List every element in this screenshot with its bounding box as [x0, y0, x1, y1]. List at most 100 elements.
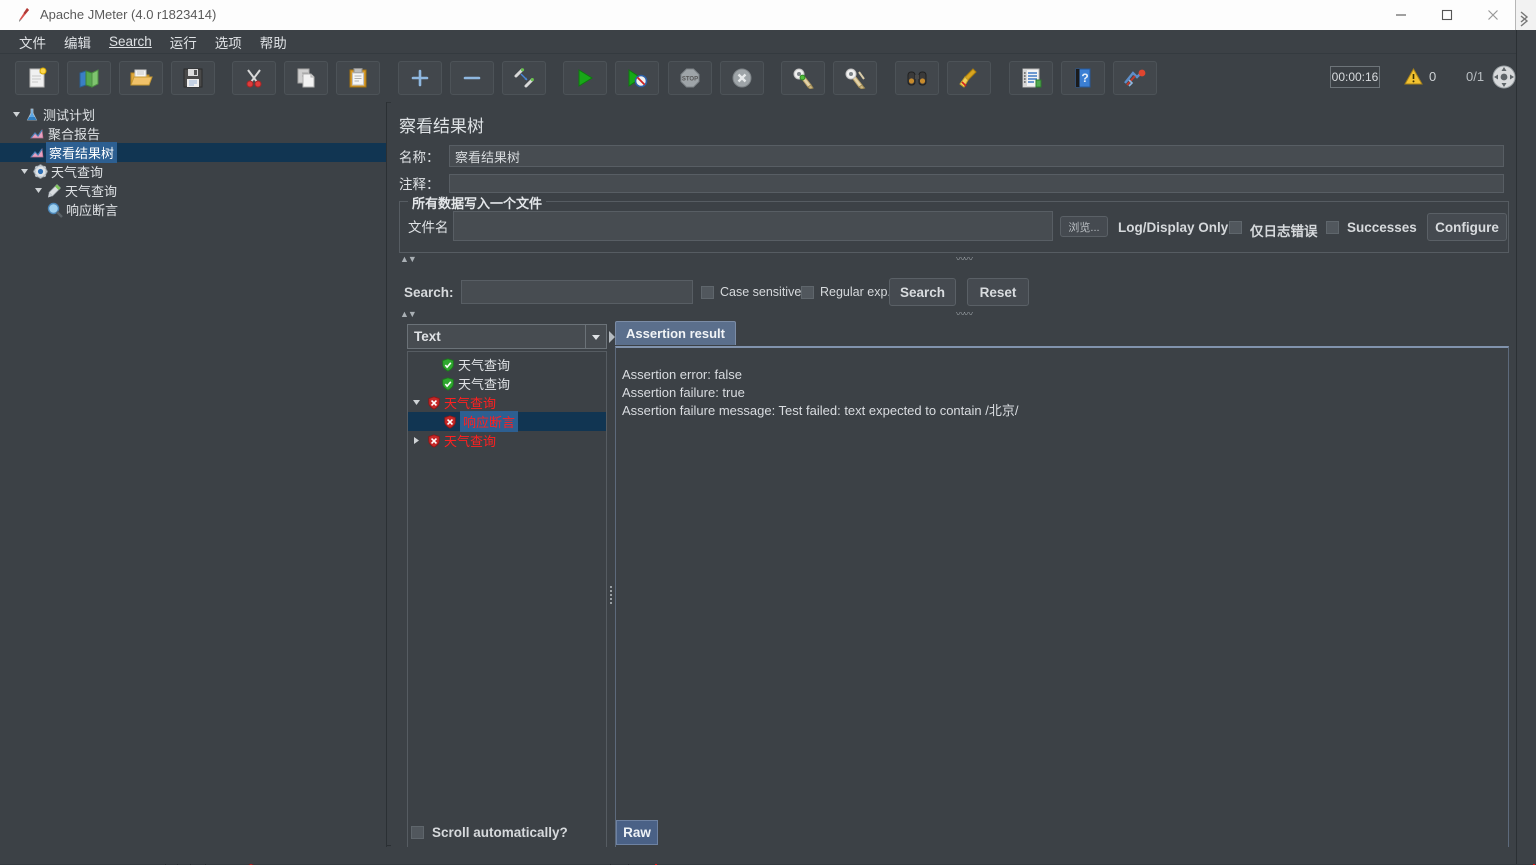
warning-triangle-icon[interactable]: [1404, 68, 1423, 85]
search-button[interactable]: [895, 61, 939, 95]
jmeter-logo-icon: [1124, 69, 1146, 87]
new-button[interactable]: [15, 61, 59, 95]
save-button[interactable]: [171, 61, 215, 95]
successes-label: Successes: [1347, 220, 1417, 235]
plus-icon: [411, 69, 429, 87]
regular-exp-label: Regular exp.: [820, 285, 891, 299]
copy-button[interactable]: [284, 61, 328, 95]
svg-text:?: ?: [1081, 71, 1088, 85]
clear-all-button[interactable]: [833, 61, 877, 95]
result-row[interactable]: 天气查询: [408, 431, 606, 450]
close-button[interactable]: [1470, 0, 1516, 30]
tree-item-test-plan[interactable]: 测试计划: [0, 105, 386, 124]
result-row[interactable]: 天气查询: [408, 393, 606, 412]
clear-button[interactable]: [781, 61, 825, 95]
renderer-combo-value: Text: [414, 329, 441, 344]
resize-zigzag[interactable]: 〰〰: [956, 252, 973, 265]
configure-button[interactable]: Configure: [1427, 213, 1507, 241]
templates-button[interactable]: [67, 61, 111, 95]
expand-all-button[interactable]: [398, 61, 442, 95]
collapse-toggle-arrows[interactable]: ▲▼: [400, 254, 417, 264]
scroll-automatically-checkbox[interactable]: [411, 826, 424, 839]
result-row[interactable]: 天气查询: [408, 355, 606, 374]
regular-exp-checkbox[interactable]: [801, 286, 814, 299]
test-plan-icon: [23, 105, 41, 124]
successes-checkbox[interactable]: [1326, 221, 1339, 234]
resize-zigzag-2[interactable]: 〰〰: [956, 307, 973, 320]
minimize-button[interactable]: [1378, 0, 1424, 30]
function-list-icon: [1022, 68, 1042, 88]
tree-item-label: 聚合报告: [48, 127, 101, 142]
thread-group-gear-icon: [31, 162, 49, 181]
tree-item-aggregate-report[interactable]: 聚合报告: [0, 124, 386, 143]
results-tree[interactable]: 天气查询 天气查询 天气查询 响应断言 天气查询: [407, 351, 607, 847]
results-split-grip[interactable]: [609, 584, 614, 604]
tree-item-view-results-tree[interactable]: 察看结果树: [0, 142, 386, 163]
assertion-line: Assertion error: false: [622, 367, 742, 382]
paste-button[interactable]: [336, 61, 380, 95]
collapse-toggle-arrows-2[interactable]: ▲▼: [400, 309, 417, 319]
function-helper-button[interactable]: [1009, 61, 1053, 95]
play-no-pauses-icon: [628, 69, 648, 88]
renderer-combo[interactable]: Text: [407, 324, 607, 349]
twisty-down-icon[interactable]: [408, 393, 424, 412]
case-sensitive-checkbox[interactable]: [701, 286, 714, 299]
copy-pages-icon: [297, 68, 315, 88]
open-button[interactable]: [119, 61, 163, 95]
result-row-selected[interactable]: 响应断言: [408, 411, 606, 432]
start-button[interactable]: [563, 61, 607, 95]
raw-button[interactable]: Raw: [616, 820, 658, 845]
binoculars-icon: [907, 71, 927, 86]
result-tabs: Assertion result: [615, 321, 736, 345]
open-folder-icon: [130, 69, 153, 86]
start-no-pauses-button[interactable]: [615, 61, 659, 95]
twisty-right-icon[interactable]: [408, 431, 424, 450]
minus-icon: [463, 76, 481, 80]
shutdown-button[interactable]: [720, 61, 764, 95]
clear-broom-green-icon: [793, 68, 814, 89]
toggle-button[interactable]: [502, 61, 546, 95]
reset-button[interactable]: Reset: [967, 278, 1029, 306]
test-plan-tree-panel[interactable]: 测试计划 聚合报告 察看结果树 天气查询 天气查询 响应断言: [0, 102, 387, 847]
twisty-down-icon[interactable]: [10, 105, 23, 124]
cut-button[interactable]: [232, 61, 276, 95]
window-title: Apache JMeter (4.0 r1823414): [40, 7, 217, 22]
tree-item-http-sampler[interactable]: 天气查询: [0, 181, 386, 200]
name-input[interactable]: [449, 145, 1504, 167]
templates-books-icon: [79, 69, 99, 88]
toggle-pencils-icon: [514, 68, 534, 88]
menu-file[interactable]: 文件: [10, 29, 55, 55]
tree-item-thread-group[interactable]: 天气查询: [0, 162, 386, 181]
tree-item-response-assertion[interactable]: 响应断言: [0, 200, 386, 219]
comment-input[interactable]: [449, 173, 1504, 193]
result-label: 响应断言: [460, 411, 519, 432]
stop-button[interactable]: STOP: [668, 61, 712, 95]
search-input[interactable]: [461, 280, 693, 304]
menu-edit[interactable]: 编辑: [55, 29, 100, 55]
maximize-button[interactable]: [1424, 0, 1470, 30]
chevron-collapse-icon[interactable]: [1518, 8, 1534, 30]
result-row[interactable]: 天气查询: [408, 374, 606, 393]
tab-assertion-result[interactable]: Assertion result: [615, 321, 736, 345]
menu-options[interactable]: 选项: [206, 29, 251, 55]
reset-search-button[interactable]: [947, 61, 991, 95]
twisty-down-icon[interactable]: [18, 162, 31, 181]
window-controls: [1378, 0, 1516, 30]
chevron-down-icon[interactable]: [585, 325, 606, 348]
stopper-circle-icon[interactable]: [1491, 64, 1517, 90]
name-label: 名称：: [399, 150, 440, 165]
menu-run[interactable]: 运行: [161, 29, 206, 55]
undo-redo-button[interactable]: [1113, 61, 1157, 95]
assertion-line: Assertion failure: true: [622, 385, 745, 400]
errors-only-checkbox[interactable]: [1229, 221, 1242, 234]
help-button[interactable]: ?: [1061, 61, 1105, 95]
collapse-all-button[interactable]: [450, 61, 494, 95]
search-button-submit[interactable]: Search: [889, 278, 956, 306]
menu-search[interactable]: Search: [100, 31, 161, 52]
filename-input[interactable]: [453, 211, 1053, 241]
twisty-down-icon[interactable]: [32, 181, 45, 200]
split-divider-grip[interactable]: [385, 579, 386, 599]
browse-button[interactable]: 浏览...: [1060, 216, 1108, 237]
tree-item-label: 响应断言: [66, 203, 119, 218]
menu-help[interactable]: 帮助: [251, 29, 296, 55]
